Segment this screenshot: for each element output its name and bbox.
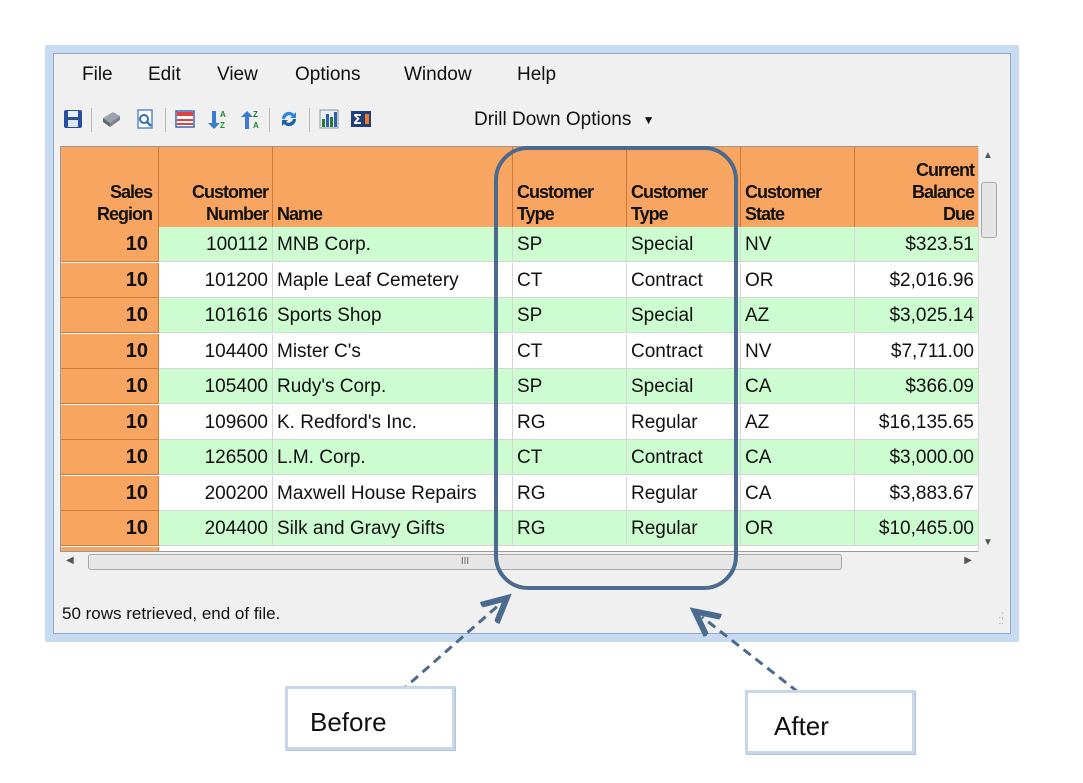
callout-arrows <box>399 0 799 694</box>
callout-after: After <box>745 690 915 754</box>
callout-before: Before <box>285 686 455 750</box>
before-arrow <box>399 604 500 694</box>
after-arrow <box>702 617 799 694</box>
